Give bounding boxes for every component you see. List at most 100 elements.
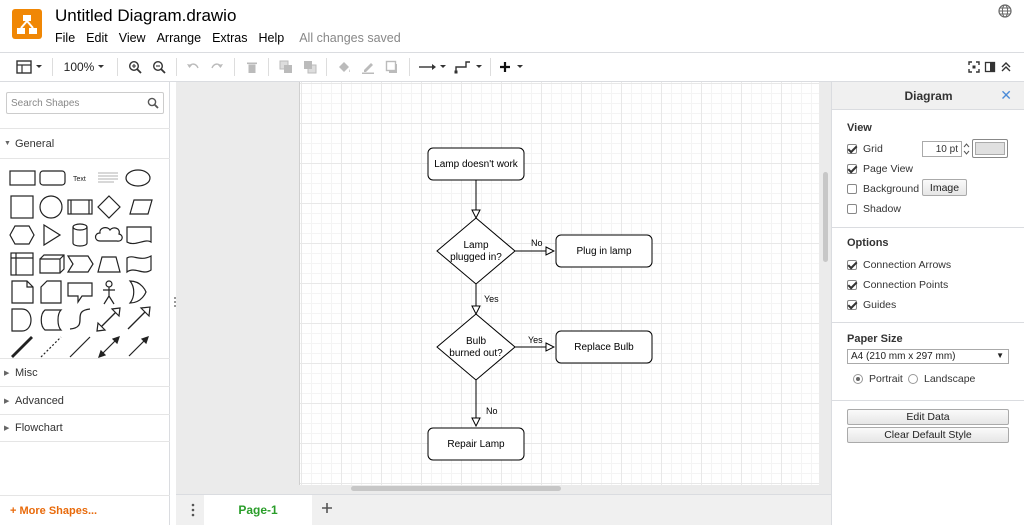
search-input[interactable] xyxy=(11,96,145,111)
portrait-row[interactable]: Portrait xyxy=(853,373,903,385)
cloud-shape[interactable] xyxy=(94,227,123,242)
triangle-shape[interactable] xyxy=(43,223,62,247)
callout-shape[interactable] xyxy=(67,282,93,304)
guides-row[interactable]: Guides xyxy=(847,299,896,311)
more-vertical-icon[interactable] xyxy=(190,503,196,517)
format-panel-button[interactable] xyxy=(982,53,998,81)
to-front-button[interactable] xyxy=(275,53,297,81)
redo-button[interactable] xyxy=(206,53,228,81)
directional-connector-shape[interactable] xyxy=(128,336,149,357)
page-view-checkbox[interactable] xyxy=(847,164,857,174)
document-shape[interactable] xyxy=(126,226,152,245)
zoom-in-button[interactable] xyxy=(124,53,146,81)
zoom-dropdown[interactable]: 100% xyxy=(60,53,110,81)
menu-file[interactable]: File xyxy=(55,31,75,45)
textbox-shape[interactable] xyxy=(98,172,118,183)
node-bulb-burned-out[interactable]: Bulb burned out? xyxy=(436,313,516,381)
line-shape[interactable] xyxy=(69,336,91,358)
horizontal-scrollbar[interactable] xyxy=(351,486,561,491)
hexagon-shape[interactable] xyxy=(9,225,35,245)
menu-extras[interactable]: Extras xyxy=(212,31,247,45)
edit-data-button[interactable]: Edit Data xyxy=(847,409,1009,425)
ellipse-shape[interactable] xyxy=(125,169,151,187)
grid-checkbox-row[interactable]: Grid xyxy=(847,143,883,155)
tape-shape[interactable] xyxy=(126,254,152,274)
globe-icon[interactable] xyxy=(998,4,1012,18)
fullscreen-button[interactable] xyxy=(965,53,983,81)
shadow-row[interactable]: Shadow xyxy=(847,203,901,215)
close-icon[interactable]: ✕ xyxy=(1000,87,1012,104)
menu-edit[interactable]: Edit xyxy=(86,31,108,45)
square-shape[interactable] xyxy=(10,195,34,219)
zoom-out-button[interactable] xyxy=(148,53,170,81)
bidirectional-connector-shape[interactable] xyxy=(98,336,120,358)
delay-shape[interactable] xyxy=(11,308,32,332)
rounded-rectangle-shape[interactable] xyxy=(39,170,66,186)
dashed-line-shape[interactable] xyxy=(40,336,62,358)
edge-label-no[interactable]: No xyxy=(486,406,498,416)
parallelogram-shape[interactable] xyxy=(129,199,153,215)
page-view-row[interactable]: Page View xyxy=(847,163,913,175)
note-shape[interactable] xyxy=(11,280,34,304)
diagram-canvas[interactable]: No Yes Yes No Lamp doesn't work Lamp plu… xyxy=(176,82,831,494)
tab-page-1[interactable]: Page-1 xyxy=(204,495,312,525)
grid-size-spinner[interactable] xyxy=(962,141,971,157)
portrait-radio[interactable] xyxy=(853,374,863,384)
grid-checkbox[interactable] xyxy=(847,144,857,154)
text-shape[interactable]: Text xyxy=(73,176,86,183)
connection-style-button[interactable] xyxy=(416,53,448,81)
connection-arrows-row[interactable]: Connection Arrows xyxy=(847,259,951,271)
trapezoid-shape[interactable] xyxy=(97,256,121,273)
internal-storage-shape[interactable] xyxy=(10,252,34,276)
landscape-radio[interactable] xyxy=(908,374,918,384)
arrow-shape[interactable] xyxy=(127,306,151,330)
edge-label-yes[interactable]: Yes xyxy=(484,294,499,304)
diagram-page[interactable]: No Yes Yes No Lamp doesn't work Lamp plu… xyxy=(299,82,819,485)
cylinder-shape[interactable] xyxy=(72,223,88,247)
node-replace-bulb[interactable]: Replace Bulb xyxy=(555,330,653,364)
document-title[interactable]: Untitled Diagram.drawio xyxy=(55,6,236,26)
waypoints-button[interactable] xyxy=(452,53,484,81)
rectangle-shape[interactable] xyxy=(9,170,36,186)
menu-arrange[interactable]: Arrange xyxy=(157,31,201,45)
process-shape[interactable] xyxy=(67,199,93,215)
guides-checkbox[interactable] xyxy=(847,300,857,310)
thick-line-shape[interactable] xyxy=(11,336,33,358)
menu-help[interactable]: Help xyxy=(259,31,285,45)
edge-label-yes[interactable]: Yes xyxy=(528,335,543,345)
card-shape[interactable] xyxy=(40,280,62,304)
shadow-checkbox[interactable] xyxy=(847,204,857,214)
fill-color-button[interactable] xyxy=(333,53,355,81)
shadow-button[interactable] xyxy=(381,53,403,81)
data-storage-shape[interactable] xyxy=(40,309,63,331)
background-row[interactable]: Background xyxy=(847,183,919,195)
add-page-icon[interactable] xyxy=(320,501,334,515)
connection-points-row[interactable]: Connection Points xyxy=(847,279,948,291)
node-repair-lamp[interactable]: Repair Lamp xyxy=(427,427,525,461)
line-color-button[interactable] xyxy=(357,53,379,81)
curve-shape[interactable] xyxy=(69,308,91,330)
insert-button[interactable] xyxy=(497,53,527,81)
grid-size-input[interactable]: 10 pt xyxy=(922,141,962,157)
menu-view[interactable]: View xyxy=(119,31,146,45)
connection-points-checkbox[interactable] xyxy=(847,280,857,290)
collapse-button[interactable] xyxy=(998,53,1014,81)
section-general[interactable]: ▼ General xyxy=(0,128,170,158)
to-back-button[interactable] xyxy=(299,53,321,81)
delete-button[interactable] xyxy=(241,53,263,81)
search-icon[interactable] xyxy=(147,97,159,109)
grid-color-swatch[interactable] xyxy=(972,139,1008,158)
background-checkbox[interactable] xyxy=(847,184,857,194)
image-button[interactable]: Image xyxy=(922,179,967,196)
format-panel-toggle-button[interactable] xyxy=(14,53,44,81)
section-misc[interactable]: ▶ Misc xyxy=(0,358,170,386)
diamond-shape[interactable] xyxy=(97,195,121,219)
node-lamp-plugged-in[interactable]: Lamp plugged in? xyxy=(436,217,516,285)
more-shapes-button[interactable]: + More Shapes... xyxy=(0,495,170,525)
actor-shape[interactable] xyxy=(103,280,115,305)
step-shape[interactable] xyxy=(66,255,94,273)
vertical-scrollbar[interactable] xyxy=(823,172,828,262)
cube-shape[interactable] xyxy=(39,254,65,274)
landscape-row[interactable]: Landscape xyxy=(908,373,975,385)
clear-default-style-button[interactable]: Clear Default Style xyxy=(847,427,1009,443)
